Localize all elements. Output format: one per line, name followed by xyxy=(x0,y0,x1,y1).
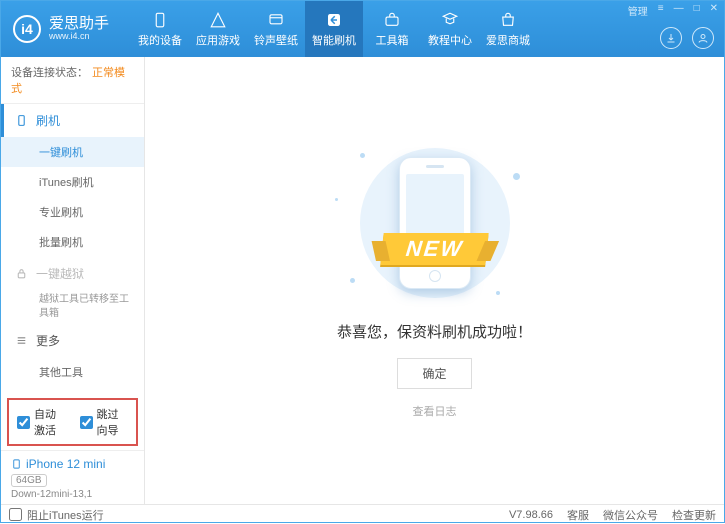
nav-store[interactable]: 爱思商城 xyxy=(479,1,537,57)
connection-state: 设备连接状态：正常模式 xyxy=(1,57,144,104)
auto-activate-checkbox[interactable]: 自动激活 xyxy=(17,406,66,438)
lock-icon xyxy=(15,267,28,280)
options-box: 自动激活 跳过向导 xyxy=(7,398,138,446)
win-menu[interactable]: ≡ xyxy=(656,3,666,18)
customer-service-link[interactable]: 客服 xyxy=(567,507,589,523)
device-info[interactable]: iPhone 12 mini 64GB Down-12mini-13,1 xyxy=(1,450,144,504)
logo: i4 爱思助手 www.i4.cn xyxy=(1,15,121,43)
sidebar-item-oneclick-flash[interactable]: 一键刷机 xyxy=(1,137,144,167)
app-site: www.i4.cn xyxy=(49,32,109,42)
jailbreak-note: 越狱工具已转移至工具箱 xyxy=(1,290,144,324)
app-header: i4 爱思助手 www.i4.cn 我的设备 应用游戏 铃声壁纸 智能刷机 工具… xyxy=(1,1,724,57)
top-nav: 我的设备 应用游戏 铃声壁纸 智能刷机 工具箱 教程中心 爱思商城 xyxy=(131,1,537,57)
nav-flash[interactable]: 智能刷机 xyxy=(305,1,363,57)
nav-apps[interactable]: 应用游戏 xyxy=(189,1,247,57)
sidebar-section-more[interactable]: 更多 xyxy=(1,324,144,357)
nav-toolbox[interactable]: 工具箱 xyxy=(363,1,421,57)
device-details: Down-12mini-13,1 xyxy=(11,489,134,500)
download-icon[interactable] xyxy=(660,27,682,49)
menu-icon xyxy=(15,334,28,347)
window-controls: 管理 ≡ — □ ✕ xyxy=(626,3,720,18)
ok-button[interactable]: 确定 xyxy=(397,358,471,389)
logo-icon: i4 xyxy=(13,15,41,43)
win-max[interactable]: □ xyxy=(692,3,702,18)
new-ribbon: NEW xyxy=(380,233,489,265)
nav-tutorial[interactable]: 教程中心 xyxy=(421,1,479,57)
sidebar-section-jailbreak[interactable]: 一键越狱 xyxy=(1,257,144,290)
view-log-link[interactable]: 查看日志 xyxy=(413,403,457,419)
main-content: NEW 恭喜您，保资料刷机成功啦！ 确定 查看日志 xyxy=(145,57,724,504)
check-update-link[interactable]: 检查更新 xyxy=(672,507,716,523)
user-icon[interactable] xyxy=(692,27,714,49)
phone-icon xyxy=(15,114,28,127)
sidebar: 设备连接状态：正常模式 刷机 一键刷机 iTunes刷机 专业刷机 批量刷机 一… xyxy=(1,57,145,504)
skip-guide-checkbox[interactable]: 跳过向导 xyxy=(80,406,129,438)
version-label: V7.98.66 xyxy=(509,509,553,521)
block-itunes-checkbox[interactable]: 阻止iTunes运行 xyxy=(9,507,104,523)
device-icon xyxy=(11,457,22,471)
sidebar-item-batch-flash[interactable]: 批量刷机 xyxy=(1,227,144,257)
sidebar-item-pro-flash[interactable]: 专业刷机 xyxy=(1,197,144,227)
win-min[interactable]: — xyxy=(672,3,686,18)
success-illustration: NEW xyxy=(320,143,550,303)
win-manage[interactable]: 管理 xyxy=(626,3,650,18)
sidebar-item-other-tools[interactable]: 其他工具 xyxy=(1,357,144,387)
nav-ringtone[interactable]: 铃声壁纸 xyxy=(247,1,305,57)
footer: 阻止iTunes运行 V7.98.66 客服 微信公众号 检查更新 xyxy=(1,504,724,524)
sidebar-section-flash[interactable]: 刷机 xyxy=(1,104,144,137)
app-name: 爱思助手 xyxy=(49,16,109,33)
win-close[interactable]: ✕ xyxy=(708,3,720,18)
sidebar-item-itunes-flash[interactable]: iTunes刷机 xyxy=(1,167,144,197)
wechat-link[interactable]: 微信公众号 xyxy=(603,507,658,523)
success-message: 恭喜您，保资料刷机成功啦！ xyxy=(337,321,532,342)
sidebar-item-download-firmware[interactable]: 下载固件 xyxy=(1,387,144,394)
storage-tag: 64GB xyxy=(11,474,47,487)
nav-my-device[interactable]: 我的设备 xyxy=(131,1,189,57)
